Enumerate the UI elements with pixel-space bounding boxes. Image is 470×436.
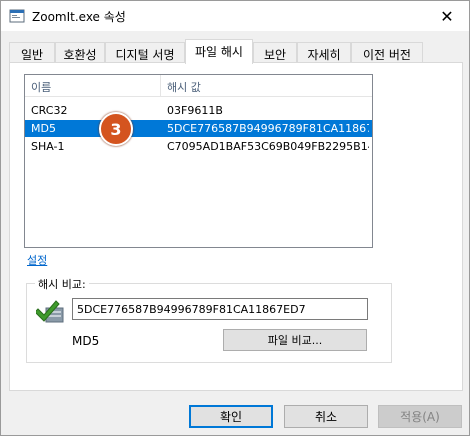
hash-compare-group: 해시 비교: MD5 파일 비교... [26,276,392,363]
tab-file-hashes[interactable]: 파일 해시 [185,39,253,64]
tab-strip: 일반 호환성 디지털 서명 파일 해시 보안 자세히 이전 버전 [9,39,463,64]
checkmark-verify-icon [34,297,66,325]
tab-security[interactable]: 보안 [253,42,297,63]
settings-link[interactable]: 설정 [27,252,47,268]
tab-previous-versions[interactable]: 이전 버전 [351,42,423,63]
hash-value: 03F9611B [167,104,223,117]
close-icon: ✕ [440,6,454,26]
ok-button[interactable]: 확인 [189,405,273,428]
tab-panel: 이름 해시 값 CRC32 03F9611B MD5 5DCE776587B94… [9,62,463,391]
hash-value: 5DCE776587B94996789F81CA11867E... [167,122,369,135]
hash-name: CRC32 [31,104,68,117]
close-button[interactable]: ✕ [429,3,465,29]
hash-list[interactable]: 이름 해시 값 CRC32 03F9611B MD5 5DCE776587B94… [24,74,373,248]
hash-name: MD5 [31,122,56,135]
window-icon [9,8,25,24]
step-number-badge: 3 [99,112,133,146]
hash-compare-label: 해시 비교: [35,276,89,292]
tab-details[interactable]: 자세히 [297,42,351,63]
properties-window: ZoomIt.exe 속성 ✕ 일반 호환성 디지털 서명 파일 해시 보안 자… [0,0,470,436]
window-title: ZoomIt.exe 속성 [32,10,126,24]
compare-file-button[interactable]: 파일 비교... [223,329,367,351]
hash-compare-input[interactable] [72,298,368,320]
hash-name: SHA-1 [31,140,65,153]
tab-general[interactable]: 일반 [9,42,55,63]
list-item-selected[interactable]: MD5 5DCE776587B94996789F81CA11867E... [25,120,372,137]
cancel-button[interactable]: 취소 [284,405,368,428]
title-bar[interactable]: ZoomIt.exe 속성 ✕ [1,1,469,31]
column-header-hash-value[interactable]: 해시 값 [161,75,372,97]
apply-button[interactable]: 적용(A) [378,405,462,428]
tab-compatibility[interactable]: 호환성 [55,42,105,63]
list-item[interactable]: SHA-1 C7095AD1BAF53C69B049FB2295B14... [25,138,372,155]
list-header: 이름 해시 값 [25,75,372,97]
hash-algorithm-label: MD5 [72,334,100,348]
hash-value: C7095AD1BAF53C69B049FB2295B14... [167,140,369,153]
column-header-name[interactable]: 이름 [25,75,161,97]
tab-digital-signature[interactable]: 디지털 서명 [105,42,185,63]
list-item[interactable]: CRC32 03F9611B [25,102,372,119]
